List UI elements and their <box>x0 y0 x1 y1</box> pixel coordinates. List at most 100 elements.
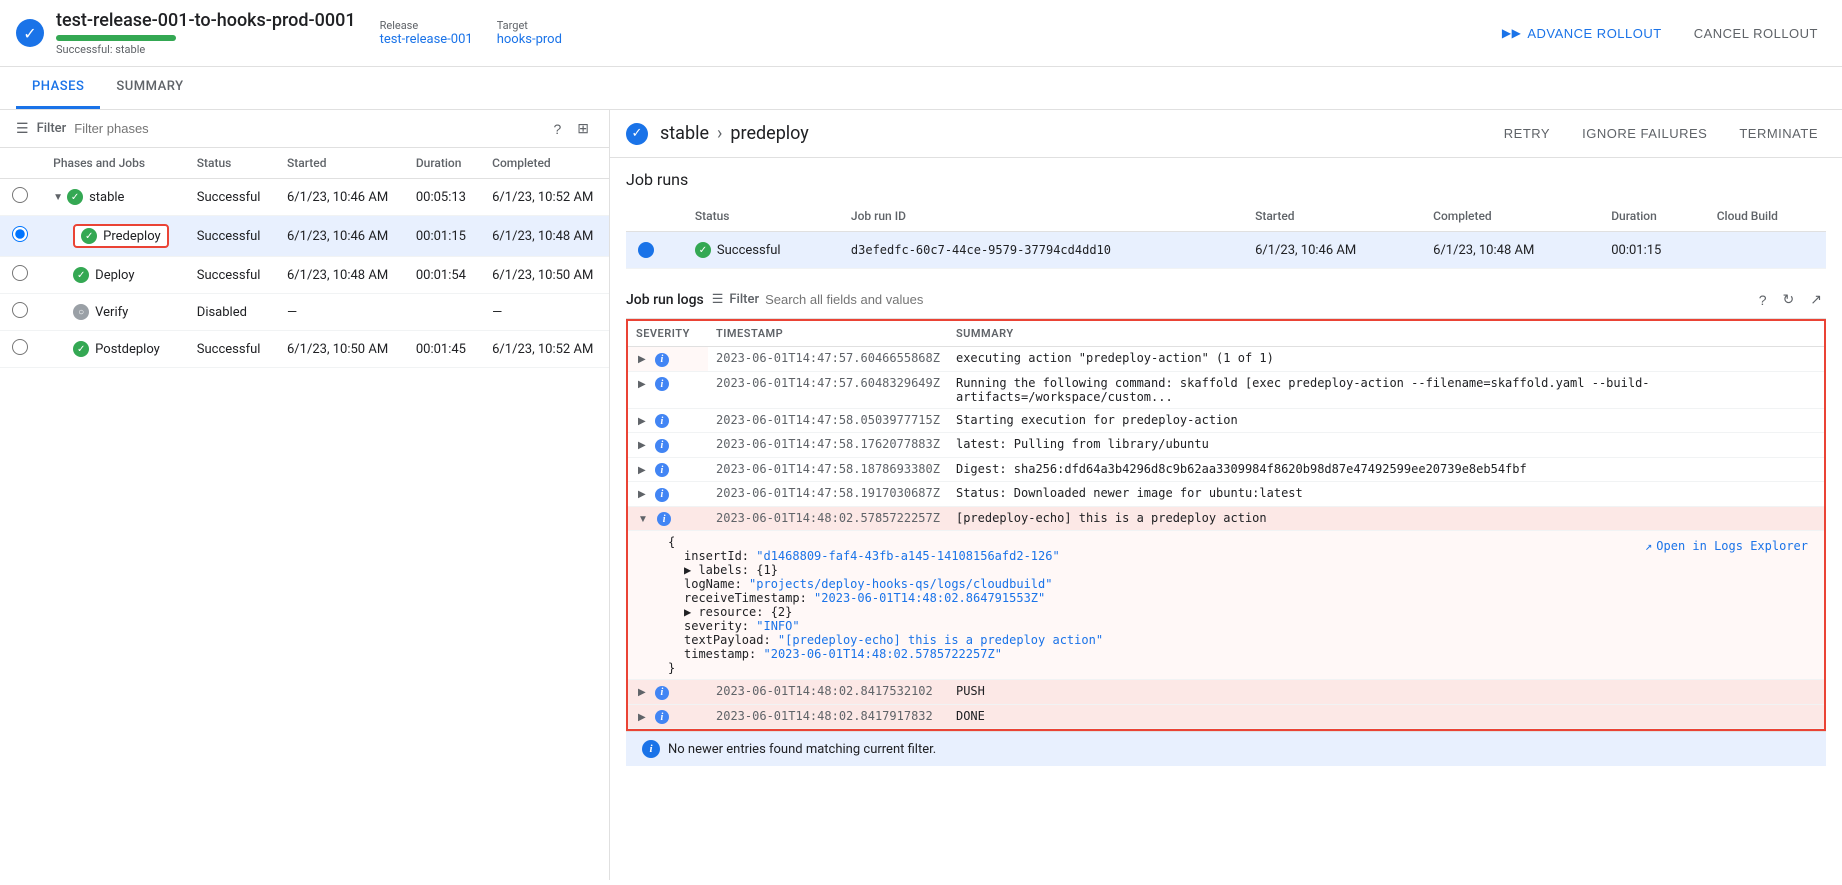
job-run-radio[interactable] <box>638 242 654 258</box>
job-run-row[interactable]: ✓ Successful d3efedfc-60c7-44ce-9579-377… <box>626 232 1826 269</box>
log-expand-btn[interactable]: ▶ <box>636 416 648 427</box>
row-radio[interactable] <box>12 265 28 281</box>
cancel-rollout-button[interactable]: CANCEL ROLLOUT <box>1686 20 1826 47</box>
log-row[interactable]: ▶ i 2023-06-01T14:47:58.1917030687Z Stat… <box>628 482 1824 507</box>
breadcrumb-job: predeploy <box>730 123 808 144</box>
col-severity: SEVERITY <box>628 321 708 347</box>
job-runs-section: Job runs Status Job run ID Started Compl… <box>610 158 1842 281</box>
col-completed: Completed <box>480 148 609 179</box>
phase-name-cell: ○ Verify <box>53 304 173 320</box>
logs-search-input[interactable] <box>765 292 965 307</box>
log-row[interactable]: ▶ i 2023-06-01T14:47:58.1762077883Z late… <box>628 433 1824 458</box>
right-actions: RETRY IGNORE FAILURES TERMINATE <box>1496 122 1826 145</box>
release-link[interactable]: test-release-001 <box>380 32 473 47</box>
header-actions: ▶▶ ADVANCE ROLLOUT CANCEL ROLLOUT <box>1494 20 1826 47</box>
filter-icon: ☰ <box>16 121 29 137</box>
release-info: test-release-001-to-hooks-prod-0001 Succ… <box>56 10 356 56</box>
log-row-expanded[interactable]: ▼ i 2023-06-01T14:48:02.5785722257Z [pre… <box>628 506 1824 531</box>
log-row[interactable]: ▶ i 2023-06-01T14:47:58.0503977715Z Star… <box>628 408 1824 433</box>
info-circle-icon: i <box>642 740 660 758</box>
log-row-json: ↗ Open in Logs Explorer { insertId: "d14… <box>628 531 1824 680</box>
status-badge: ○ Verify <box>73 304 128 320</box>
advance-rollout-button[interactable]: ▶▶ ADVANCE ROLLOUT <box>1494 20 1670 47</box>
tabs-bar: PHASES SUMMARY <box>0 67 1842 110</box>
log-severity-icon: i <box>655 710 669 724</box>
tab-phases[interactable]: PHASES <box>16 67 100 109</box>
header-meta: Release test-release-001 Target hooks-pr… <box>380 19 562 47</box>
release-title: test-release-001-to-hooks-prod-0001 <box>56 10 356 31</box>
left-toolbar: ☰ Filter ? ⊞ <box>0 110 609 148</box>
log-row[interactable]: ▶ i 2023-06-01T14:48:02.8417532102 PUSH <box>628 680 1824 705</box>
header-left: ✓ test-release-001-to-hooks-prod-0001 Su… <box>16 10 356 56</box>
col-status: Status <box>185 148 275 179</box>
col-select <box>0 148 41 179</box>
terminate-button[interactable]: TERMINATE <box>1731 122 1826 145</box>
columns-icon[interactable]: ⊞ <box>573 118 593 139</box>
main-layout: ☰ Filter ? ⊞ Phases and Jobs Status Star… <box>0 110 1842 880</box>
log-severity-icon: i <box>655 488 669 502</box>
row-radio[interactable] <box>12 302 28 318</box>
log-row[interactable]: ▶ i 2023-06-01T14:47:57.6046655868Z exec… <box>628 347 1824 372</box>
json-content: { insertId: "d1468809-faf4-43fb-a145-141… <box>668 535 1816 675</box>
log-expand-btn[interactable]: ▶ <box>636 687 648 698</box>
expand-button[interactable]: ▼ <box>53 192 63 203</box>
release-label: Release <box>380 19 473 32</box>
row-radio[interactable] <box>12 339 28 355</box>
row-radio[interactable] <box>12 226 28 242</box>
table-row[interactable]: ✓ Deploy Successful 6/1/23, 10:48 AM 00:… <box>0 257 609 294</box>
table-row[interactable]: ✓ Predeploy Successful 6/1/23, 10:46 AM … <box>0 216 609 257</box>
breadcrumb-separator: › <box>717 123 722 144</box>
log-expand-btn[interactable]: ▶ <box>636 440 648 451</box>
right-panel-header: ✓ stable › predeploy RETRY IGNORE FAILUR… <box>610 110 1842 158</box>
log-row[interactable]: ▶ i 2023-06-01T14:47:58.1878693380Z Dige… <box>628 457 1824 482</box>
log-expand-btn[interactable]: ▶ <box>636 354 648 365</box>
tab-summary[interactable]: SUMMARY <box>100 67 199 109</box>
log-expand-btn[interactable]: ▶ <box>636 465 648 476</box>
filter-label: Filter <box>37 121 67 136</box>
log-expand-btn[interactable]: ▼ <box>636 514 650 525</box>
job-runs-header: Status Job run ID Started Completed Dura… <box>626 201 1826 232</box>
open-logs-explorer-link[interactable]: ↗ Open in Logs Explorer <box>1645 539 1808 553</box>
ignore-failures-button[interactable]: IGNORE FAILURES <box>1574 122 1715 145</box>
phase-name-cell: ▼ ✓ stable <box>53 189 173 205</box>
status-dot-success: ✓ <box>73 341 89 357</box>
external-link-icon: ↗ <box>1645 539 1652 553</box>
status-badge: ✓ Postdeploy <box>73 341 160 357</box>
target-label: Target <box>497 19 562 32</box>
status-badge: ✓ stable <box>67 189 124 205</box>
table-row[interactable]: ▼ ✓ stable Successful 6/1/23, 10:46 AM 0… <box>0 179 609 216</box>
job-runs-body: ✓ Successful d3efedfc-60c7-44ce-9579-377… <box>626 232 1826 269</box>
table-row[interactable]: ○ Verify Disabled — — <box>0 294 609 331</box>
phase-success-icon: ✓ <box>626 123 648 145</box>
status-dot-disabled: ○ <box>73 304 89 320</box>
logs-external-icon[interactable]: ↗ <box>1806 289 1826 310</box>
target-meta: Target hooks-prod <box>497 19 562 47</box>
help-icon[interactable]: ? <box>549 118 565 139</box>
col-job-completed: Completed <box>1421 201 1599 232</box>
log-expand-btn[interactable]: ▶ <box>636 489 648 500</box>
row-radio[interactable] <box>12 187 28 203</box>
advance-arrow-icon: ▶▶ <box>1502 26 1521 40</box>
log-severity-icon: i <box>655 463 669 477</box>
col-job-duration: Duration <box>1599 201 1704 232</box>
retry-button[interactable]: RETRY <box>1496 122 1558 145</box>
log-row[interactable]: ▶ i 2023-06-01T14:47:57.6048329649Z Runn… <box>628 371 1824 408</box>
target-link[interactable]: hooks-prod <box>497 32 562 47</box>
log-expand-btn[interactable]: ▶ <box>636 712 648 723</box>
log-row[interactable]: ▶ i 2023-06-01T14:48:02.8417917832 DONE <box>628 704 1824 729</box>
log-severity-icon: i <box>655 377 669 391</box>
toolbar-icons: ? ⊞ <box>549 118 593 139</box>
logs-section: Job run logs ☰ Filter ? ↻ ↗ SEVERI <box>610 281 1842 766</box>
table-row[interactable]: ✓ Postdeploy Successful 6/1/23, 10:50 AM… <box>0 331 609 368</box>
col-phases-jobs: Phases and Jobs <box>41 148 185 179</box>
predeploy-highlight: ✓ Predeploy <box>73 224 169 248</box>
filter-phases-input[interactable] <box>74 121 541 136</box>
logs-help-icon[interactable]: ? <box>1755 289 1771 310</box>
phases-table: Phases and Jobs Status Started Duration … <box>0 148 609 368</box>
left-panel: ☰ Filter ? ⊞ Phases and Jobs Status Star… <box>0 110 610 880</box>
logs-refresh-icon[interactable]: ↻ <box>1779 289 1799 310</box>
log-expand-btn[interactable]: ▶ <box>636 379 648 390</box>
job-status-badge: ✓ Successful <box>695 242 827 258</box>
job-runs-table: Status Job run ID Started Completed Dura… <box>626 201 1826 269</box>
phases-table-header: Phases and Jobs Status Started Duration … <box>0 148 609 179</box>
